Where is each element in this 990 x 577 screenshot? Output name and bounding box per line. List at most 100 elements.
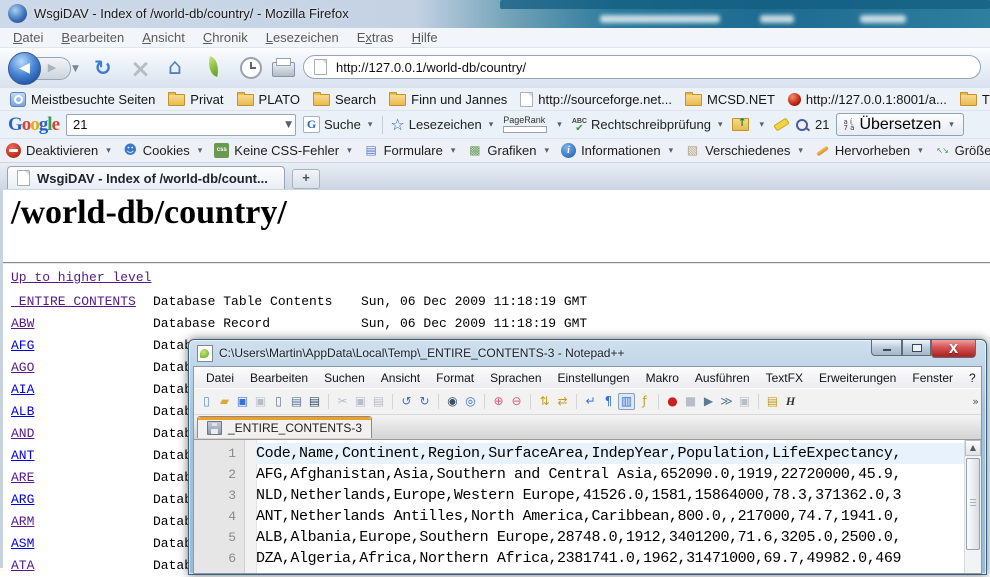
notepad-menu-item[interactable]: Erweiterungen <box>811 371 904 385</box>
save-all-icon[interactable]: ▣ <box>252 393 269 410</box>
zoom-out-icon[interactable]: ⊖ <box>508 393 525 410</box>
notepad-menu-item[interactable]: Ansicht <box>373 371 428 385</box>
sync-horizontal-icon[interactable]: ⇄ <box>554 393 571 410</box>
notepad-menu-item[interactable]: Datei <box>198 371 242 385</box>
indent-guide-icon[interactable]: ▥ <box>618 393 635 410</box>
minimize-button[interactable] <box>871 340 902 356</box>
entry-link[interactable]: AND <box>11 423 153 445</box>
notepad-menu-item[interactable]: Format <box>428 371 482 385</box>
notepad-menu-item[interactable]: Makro <box>638 371 687 385</box>
chevron-down-icon[interactable]: ▾ <box>554 120 565 130</box>
scrollbar-thumb[interactable] <box>966 458 980 550</box>
html-icon[interactable]: H <box>782 393 799 410</box>
history-clock-icon[interactable] <box>240 57 262 79</box>
replace-icon[interactable]: ◎ <box>462 393 479 410</box>
menu-item[interactable]: Chronik <box>194 28 257 48</box>
entry-link[interactable]: AFG <box>11 335 153 357</box>
send-to-icon[interactable] <box>732 118 749 131</box>
entry-link[interactable]: ARM <box>11 511 153 533</box>
find-icon[interactable]: ◉ <box>444 393 461 410</box>
webdev-item[interactable]: Deaktivieren ▾ <box>6 143 114 158</box>
notepad-menu-item[interactable]: Suchen <box>316 371 373 385</box>
url-input[interactable] <box>334 59 970 76</box>
bookmark-item[interactable]: Meistbesuchte Seiten <box>6 92 159 107</box>
open-file-icon[interactable]: ▰ <box>216 393 233 410</box>
print-icon[interactable]: ▤ <box>306 393 323 410</box>
macro-record-icon[interactable]: ● <box>664 393 681 410</box>
menu-item[interactable]: Lesezeichen <box>257 28 348 48</box>
sync-vertical-icon[interactable]: ⇅ <box>536 393 553 410</box>
zoom-in-icon[interactable]: ⊕ <box>490 393 507 410</box>
highlighter-icon[interactable] <box>773 118 789 132</box>
chevron-down-icon[interactable]: ▾ <box>756 120 767 130</box>
stop-button[interactable]: × <box>130 54 151 83</box>
bookmark-item[interactable]: http://sourceforge.net... <box>516 92 676 107</box>
webdev-item[interactable]: Verschiedenes ▾ <box>685 143 806 158</box>
webdev-item[interactable]: Cookies ▾ <box>123 143 206 158</box>
find-magnifier-icon[interactable] <box>796 119 808 131</box>
editor-area[interactable]: 1 Code,Name,Continent,Region,SurfaceArea… <box>194 440 981 573</box>
entry-link[interactable]: ATA <box>11 555 153 577</box>
bookmark-item[interactable]: MCSD.NET <box>681 92 779 107</box>
home-button[interactable]: ⌂ <box>168 55 182 80</box>
search-dropdown-icon[interactable]: ▼ <box>282 120 295 130</box>
reload-button[interactable]: ↻ <box>94 56 112 80</box>
entry-link[interactable]: AIA <box>11 379 153 401</box>
menu-item[interactable]: Hilfe <box>403 28 447 48</box>
notepad-menu-item[interactable]: Sprachen <box>482 371 549 385</box>
close-all-icon[interactable]: ▤ <box>288 393 305 410</box>
spellcheck-button[interactable]: ABC ✔ Rechtschreibprüfung ▾ <box>572 117 726 132</box>
bookmark-item[interactable]: Privat <box>164 92 227 107</box>
toolbar-overflow-chevron[interactable]: » <box>972 395 979 408</box>
cut-icon[interactable]: ✂ <box>334 393 351 410</box>
function-completion-icon[interactable]: ƒ <box>636 393 653 410</box>
new-tab-button[interactable]: + <box>292 169 320 189</box>
show-all-chars-icon[interactable]: ¶ <box>600 393 617 410</box>
entry-link[interactable]: ANT <box>11 445 153 467</box>
notepad-menu-item[interactable]: Ausführen <box>687 371 758 385</box>
redo-icon[interactable]: ↻ <box>416 393 433 410</box>
macro-run-multiple-icon[interactable]: ≫ <box>718 393 735 410</box>
menu-item[interactable]: Extras <box>348 28 403 48</box>
entry-link[interactable]: ARG <box>11 489 153 511</box>
history-dropdown-icon[interactable]: ▼ <box>72 64 79 74</box>
editor-scrollbar[interactable]: ▲ <box>964 440 981 573</box>
bookmark-item[interactable]: http://127.0.0.1:8001/a... <box>784 92 951 107</box>
google-search-button[interactable]: G Suche ▾ <box>303 116 375 133</box>
save-icon[interactable]: ▣ <box>234 393 251 410</box>
restore-button[interactable] <box>902 340 931 356</box>
url-bar[interactable] <box>303 55 981 79</box>
webdev-item[interactable]: Grafiken ▾ <box>467 143 552 158</box>
notepad-menu-item[interactable]: Einstellungen <box>550 371 638 385</box>
undo-icon[interactable]: ↺ <box>398 393 415 410</box>
back-button[interactable]: ◀ <box>8 52 41 85</box>
webdev-item[interactable]: Größe ▾ <box>935 143 990 158</box>
entry-link[interactable]: ASM <box>11 533 153 555</box>
document-tab[interactable]: _ENTIRE_CONTENTS-3 <box>197 416 372 438</box>
bookmark-item[interactable]: Search <box>309 92 380 107</box>
translate-button[interactable]: a í7 ä Übersetzen ▾ <box>836 113 963 136</box>
browser-tab[interactable]: WsgiDAV - Index of /world-db/count... <box>7 166 285 189</box>
entry-link[interactable]: ABW <box>11 313 153 335</box>
bookmark-item[interactable]: Tree Samples <box>956 92 990 107</box>
macro-save-icon[interactable]: ▣ <box>736 393 753 410</box>
menu-item[interactable]: Datei <box>4 28 52 48</box>
macro-play-icon[interactable]: ▶ <box>700 393 717 410</box>
webdev-item[interactable]: Hervorheben ▾ <box>815 143 926 158</box>
notepad-titlebar[interactable]: C:\Users\Martin\AppData\Local\Temp\_ENTI… <box>189 340 986 366</box>
close-button[interactable]: X <box>931 340 976 358</box>
up-to-higher-level-link[interactable]: Up to higher level <box>11 270 151 285</box>
notepad-menu-item[interactable]: Fenster <box>904 371 961 385</box>
pagerank-widget[interactable]: PageRank <box>503 116 547 133</box>
google-search-input[interactable] <box>67 117 282 132</box>
close-file-icon[interactable]: ▯ <box>270 393 287 410</box>
entry-link[interactable]: ARE <box>11 467 153 489</box>
notepad-menu-item[interactable]: ? <box>961 371 982 385</box>
macro-stop-icon[interactable]: ■ <box>682 393 699 410</box>
menu-item[interactable]: Ansicht <box>133 28 194 48</box>
entry-link[interactable]: AGO <box>11 357 153 379</box>
entry-link[interactable]: ALB <box>11 401 153 423</box>
bookmark-item[interactable]: PLATO <box>233 92 304 107</box>
notepad-menu-item[interactable]: TextFX <box>758 371 811 385</box>
copy-icon[interactable]: ▣ <box>352 393 369 410</box>
